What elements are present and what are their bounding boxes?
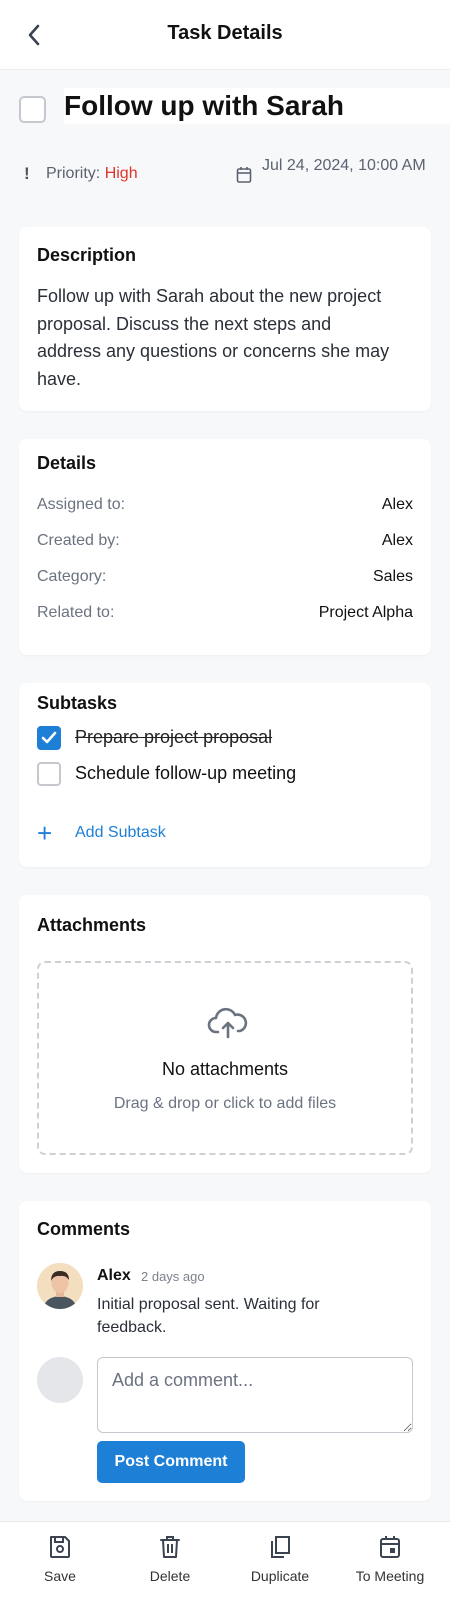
avatar — [37, 1263, 83, 1309]
due-date[interactable]: Jul 24, 2024, 10:00 AM — [262, 154, 432, 177]
comments-card: Comments Alex 2 days ago Initial proposa… — [19, 1201, 431, 1501]
priority-field[interactable]: Priority: High — [46, 165, 138, 183]
detail-label-created: Created by: — [37, 532, 120, 549]
detail-label-category: Category: — [37, 568, 107, 585]
delete-label: Delete — [149, 1568, 191, 1584]
comment-input[interactable] — [97, 1357, 413, 1433]
delete-button[interactable]: Delete — [115, 1522, 225, 1600]
subtask-label: Schedule follow-up meeting — [75, 763, 297, 783]
comment-text: Initial proposal sent. Waiting for feedb… — [97, 1296, 320, 1336]
checkmark-icon — [41, 731, 57, 744]
subtasks-heading: Subtasks — [37, 693, 118, 713]
detail-label-assigned: Assigned to: — [37, 496, 126, 513]
add-subtask-button[interactable]: + Add Subtask — [37, 818, 166, 848]
detail-value-category: Sales — [372, 568, 413, 585]
person-avatar-icon — [37, 1263, 83, 1309]
bottom-action-bar: Save Delete Duplicate To Meeting — [0, 1521, 450, 1600]
save-button[interactable]: Save — [5, 1522, 115, 1600]
comment-author: Alex — [97, 1267, 131, 1284]
no-attachments-text: No attachments — [161, 1059, 289, 1079]
subtask-checkbox-checked[interactable] — [37, 726, 61, 750]
subtask-label: Prepare project proposal — [75, 727, 273, 747]
subtask-checkbox[interactable] — [37, 762, 61, 786]
priority-label: Priority: — [46, 165, 101, 182]
duplicate-button[interactable]: Duplicate — [225, 1522, 335, 1600]
comments-heading: Comments — [37, 1219, 131, 1239]
comment-timestamp: 2 days ago — [141, 1269, 205, 1284]
save-icon — [50, 1536, 70, 1558]
calendar-icon — [380, 1536, 400, 1558]
task-complete-checkbox[interactable] — [19, 96, 46, 123]
attachment-dropzone[interactable]: No attachments Drag & drop or click to a… — [37, 961, 413, 1155]
detail-value-assigned: Alex — [381, 496, 413, 513]
detail-label-related: Related to: — [37, 604, 115, 621]
to-meeting-button[interactable]: To Meeting — [335, 1522, 445, 1600]
task-title-input[interactable]: Follow up with Sarah — [64, 88, 450, 124]
drag-drop-hint: Drag & drop or click to add files — [113, 1095, 337, 1112]
description-card: Description Follow up with Sarah about t… — [19, 227, 431, 411]
app-header: Task Details — [0, 0, 450, 70]
attachments-card: Attachments No attachments Drag & drop o… — [19, 895, 431, 1173]
duplicate-label: Duplicate — [250, 1568, 310, 1584]
to-meeting-label: To Meeting — [355, 1568, 425, 1584]
post-comment-button[interactable]: Post Comment — [97, 1441, 245, 1483]
detail-value-related: Project Alpha — [318, 604, 413, 621]
current-user-avatar — [37, 1357, 83, 1403]
add-subtask-label: Add Subtask — [75, 824, 166, 841]
description-heading: Description — [37, 245, 137, 265]
detail-value-created: Alex — [381, 532, 413, 549]
details-card: Details Assigned to: Alex Created by: Al… — [19, 439, 431, 655]
plus-icon: + — [37, 818, 53, 848]
description-text[interactable]: Follow up with Sarah about the new proje… — [37, 283, 397, 393]
priority-value: High — [104, 165, 138, 182]
calendar-icon — [236, 167, 252, 183]
details-heading: Details — [37, 453, 97, 473]
exclamation-icon: ! — [24, 164, 30, 183]
subtasks-card: Subtasks Prepare project proposal Schedu… — [19, 683, 431, 867]
duplicate-icon — [271, 1536, 290, 1558]
trash-icon — [160, 1536, 180, 1558]
task-meta-row: ! Priority: High Jul 24, 2024, 10:00 AM — [0, 150, 450, 200]
save-label: Save — [44, 1568, 76, 1584]
attachments-heading: Attachments — [37, 915, 147, 935]
cloud-upload-icon — [207, 1007, 248, 1039]
page-title: Task Details — [167, 22, 283, 44]
